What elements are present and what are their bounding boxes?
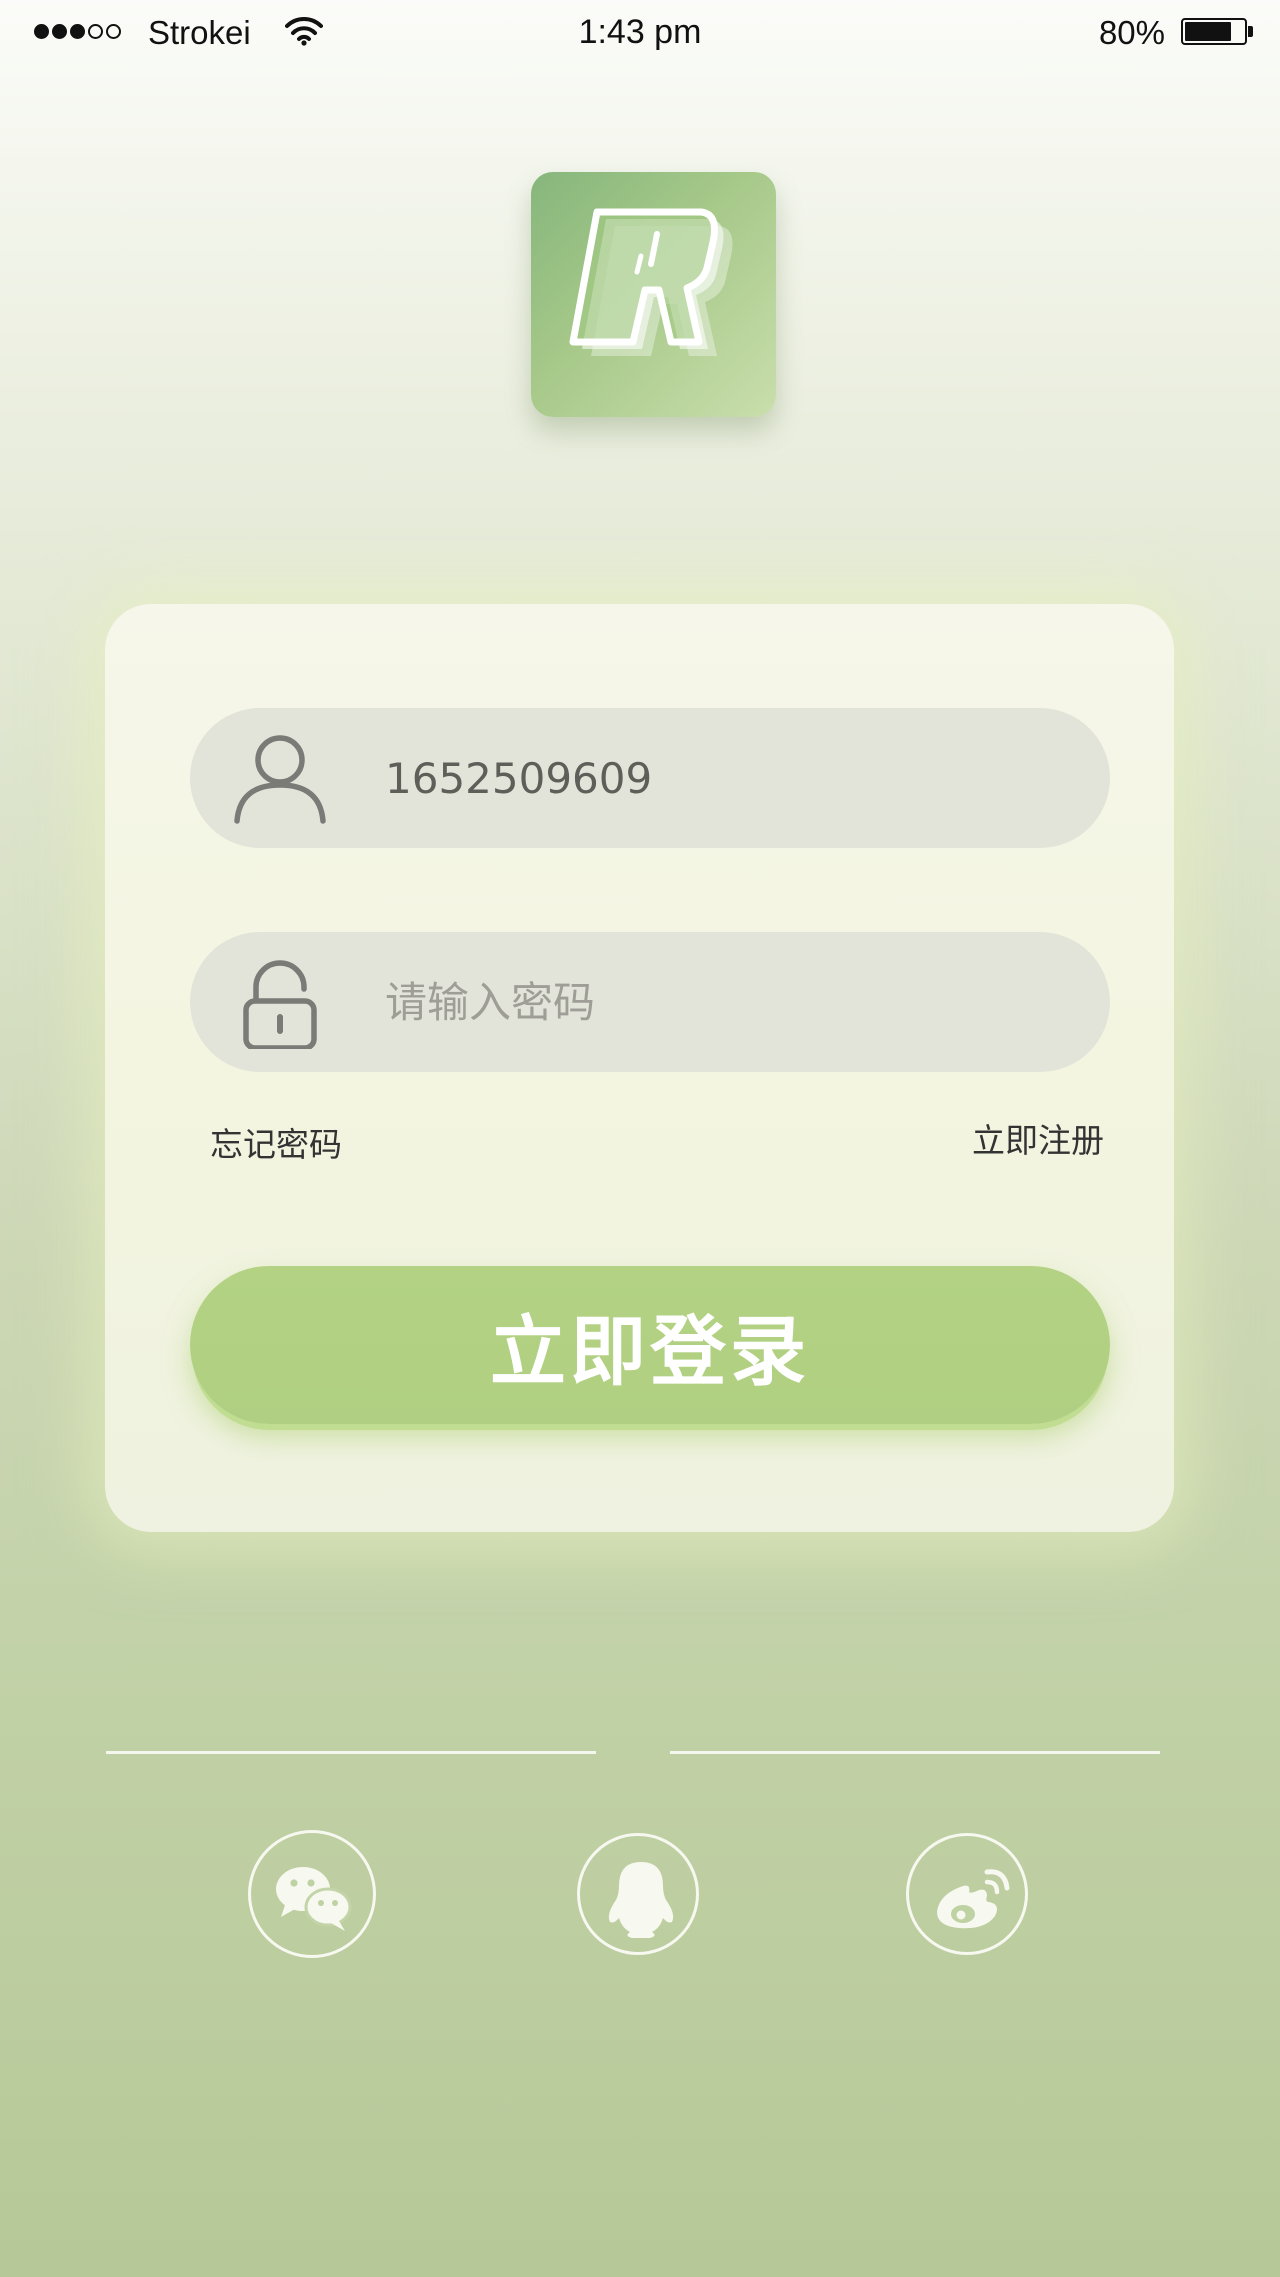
battery-icon [1181,18,1247,45]
wechat-icon [276,1867,352,1931]
login-card: 忘记密码 立即注册 立即登录 [105,604,1174,1532]
lock-icon [243,960,317,1049]
password-input[interactable] [385,932,1065,1072]
wechat-login-button[interactable] [248,1830,376,1958]
battery-tip [1248,26,1253,37]
qq-icon [608,1862,674,1938]
weibo-icon [937,1869,1010,1929]
username-input[interactable] [385,708,1065,848]
app-logo [531,172,776,417]
forgot-password-link[interactable]: 忘记密码 [210,1118,342,1166]
weibo-login-button[interactable] [906,1833,1028,1955]
login-button[interactable]: 立即登录 [190,1266,1110,1424]
status-bar: Strokei 1:43 pm 80% [0,0,1280,70]
battery-percentage: 80% [1098,14,1165,51]
divider-right [670,1751,1160,1754]
status-time: 1:43 pm [578,13,702,51]
battery-level-fill [1185,22,1232,41]
qq-login-button[interactable] [577,1833,699,1955]
divider-left [106,1751,596,1754]
password-field[interactable] [190,932,1110,1072]
user-icon [234,735,326,824]
username-field[interactable] [190,708,1110,848]
app-logo-r-icon [569,208,733,356]
register-link[interactable]: 立即注册 [972,1114,1104,1162]
